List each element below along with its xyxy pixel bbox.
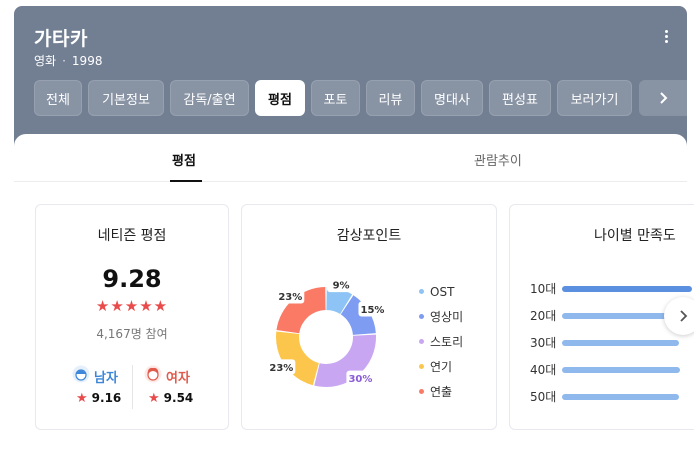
age-bar-row-2: 30대 bbox=[530, 329, 694, 356]
age-bar-row-3: 40대 bbox=[530, 356, 694, 383]
legend-label-4: 연출 bbox=[430, 385, 453, 399]
tab-4[interactable]: 포토 bbox=[311, 80, 360, 116]
male-avatar-icon bbox=[72, 365, 90, 383]
tab-8[interactable]: 보러가기 bbox=[557, 80, 632, 116]
legend-dot-3 bbox=[419, 364, 424, 369]
netizen-rating-title: 네티즌 평점 bbox=[97, 228, 167, 244]
movie-title: 가타카 bbox=[34, 28, 88, 50]
age-satisfaction-title: 나이별 만족도 bbox=[594, 228, 676, 244]
legend-item-1: 영상미 bbox=[419, 304, 496, 329]
donut-label-text-3: 23% bbox=[269, 363, 293, 374]
tab-6[interactable]: 명대사 bbox=[421, 80, 483, 116]
age-bar-1 bbox=[562, 312, 679, 319]
tab-5[interactable]: 리뷰 bbox=[366, 80, 415, 116]
star-icon: ★ bbox=[76, 391, 88, 406]
subtab-rating[interactable]: 평점 bbox=[172, 150, 196, 169]
movie-meta: 영화 · 1998 bbox=[34, 52, 102, 69]
age-bar-chart: 10대 20대 30대 40대 50대 bbox=[530, 275, 694, 410]
male-label: 남자 bbox=[94, 371, 118, 386]
donut-label-4: 23% bbox=[276, 288, 305, 304]
legend-item-0: OST bbox=[419, 279, 496, 304]
cards-next-button[interactable] bbox=[664, 297, 694, 335]
donut-label-2: 30% bbox=[346, 370, 375, 386]
donut-label-text-4: 23% bbox=[278, 292, 302, 303]
legend-dot-2 bbox=[419, 339, 424, 344]
chevron-right-icon[interactable] bbox=[639, 80, 687, 116]
age-bar-label-3: 40대 bbox=[530, 363, 557, 377]
participant-count: 4,167명 참여 bbox=[96, 327, 168, 341]
legend-item-2: 스토리 bbox=[419, 329, 496, 354]
tab-7[interactable]: 편성표 bbox=[489, 80, 551, 116]
female-score-row: ★ 9.54 bbox=[148, 391, 193, 406]
viewing-points-donut-chart: 9% 15% 30% 23% 23% bbox=[267, 277, 387, 387]
legend-label-0: OST bbox=[430, 284, 455, 299]
meta-separator: · bbox=[62, 54, 66, 68]
subtab-active-underline bbox=[170, 180, 202, 182]
legend-dot-4 bbox=[419, 389, 424, 394]
tab-3[interactable]: 평점 bbox=[255, 80, 305, 116]
viewing-points-card: 감상포인트 9% 15% 30% 23% 23% OST 영상미스토리연기연출 bbox=[241, 204, 497, 430]
chevron-right-icon bbox=[679, 310, 687, 322]
donut-label-3: 23% bbox=[267, 359, 296, 375]
legend-label-1: 영상미 bbox=[430, 310, 464, 324]
movie-genre: 영화 bbox=[34, 54, 57, 68]
legend-item-4: 연출 bbox=[419, 379, 496, 404]
subtab-trend[interactable]: 관람추이 bbox=[474, 150, 522, 169]
tab-1[interactable]: 기본정보 bbox=[88, 80, 164, 116]
age-bar-label-2: 30대 bbox=[530, 336, 557, 350]
age-bar-label-4: 50대 bbox=[530, 390, 557, 404]
legend-dot-0 bbox=[419, 289, 424, 294]
donut-label-1: 15% bbox=[358, 301, 387, 317]
legend-dot-1 bbox=[419, 314, 424, 319]
legend-label-2: 스토리 bbox=[430, 335, 464, 349]
tab-0[interactable]: 전체 bbox=[34, 80, 82, 116]
legend-item-3: 연기 bbox=[419, 354, 496, 379]
star-icon: ★★★★★ bbox=[95, 297, 169, 315]
age-bar-label-0: 10대 bbox=[530, 282, 557, 296]
viewing-points-legend: OST 영상미스토리연기연출 bbox=[419, 279, 496, 404]
age-bar-2 bbox=[562, 339, 679, 346]
app-root: 가타카 영화 · 1998 전체 기본정보 감독/출연 평점 포토 리뷰 명대사 편성표 보러가기 … bbox=[0, 0, 694, 461]
female-score: 9.54 bbox=[163, 391, 194, 405]
rating-panel: 평점 관람추이 네티즌 평점 9.28 ★★★★★ 4,167명 참여 남자 ★… bbox=[14, 134, 694, 454]
female-avatar-icon bbox=[144, 365, 162, 383]
age-bar-3 bbox=[562, 366, 680, 373]
netizen-score: 9.28 bbox=[102, 265, 162, 293]
age-bar-row-4: 50대 bbox=[530, 383, 694, 410]
donut-label-text-2: 30% bbox=[348, 374, 372, 385]
more-vertical-icon[interactable] bbox=[665, 30, 669, 45]
age-bar-0 bbox=[562, 285, 692, 292]
male-score: 9.16 bbox=[91, 391, 122, 405]
tab-2[interactable]: 감독/출연 bbox=[170, 80, 249, 116]
male-score-row: ★ 9.16 bbox=[76, 391, 121, 406]
legend-label-3: 연기 bbox=[430, 360, 453, 374]
female-label: 여자 bbox=[166, 371, 190, 386]
donut-label-text-1: 15% bbox=[361, 305, 385, 316]
subtab-bar: 평점 관람추이 bbox=[14, 134, 687, 182]
donut-label-0: 9% bbox=[327, 277, 356, 293]
viewing-points-title: 감상포인트 bbox=[336, 228, 402, 244]
netizen-rating-card: 네티즌 평점 9.28 ★★★★★ 4,167명 참여 남자 ★ 9.16 여자… bbox=[35, 204, 229, 430]
gender-divider bbox=[132, 365, 133, 409]
age-bar-row-0: 10대 bbox=[530, 275, 694, 302]
age-bar-label-1: 20대 bbox=[530, 309, 557, 323]
movie-year: 1998 bbox=[71, 54, 103, 68]
donut-slice-3 bbox=[276, 331, 319, 386]
donut-label-text-0: 9% bbox=[333, 281, 350, 292]
tab-bar: 전체 기본정보 감독/출연 평점 포토 리뷰 명대사 편성표 보러가기 bbox=[34, 80, 687, 116]
star-icon: ★ bbox=[148, 391, 160, 406]
age-bar-4 bbox=[562, 393, 679, 400]
